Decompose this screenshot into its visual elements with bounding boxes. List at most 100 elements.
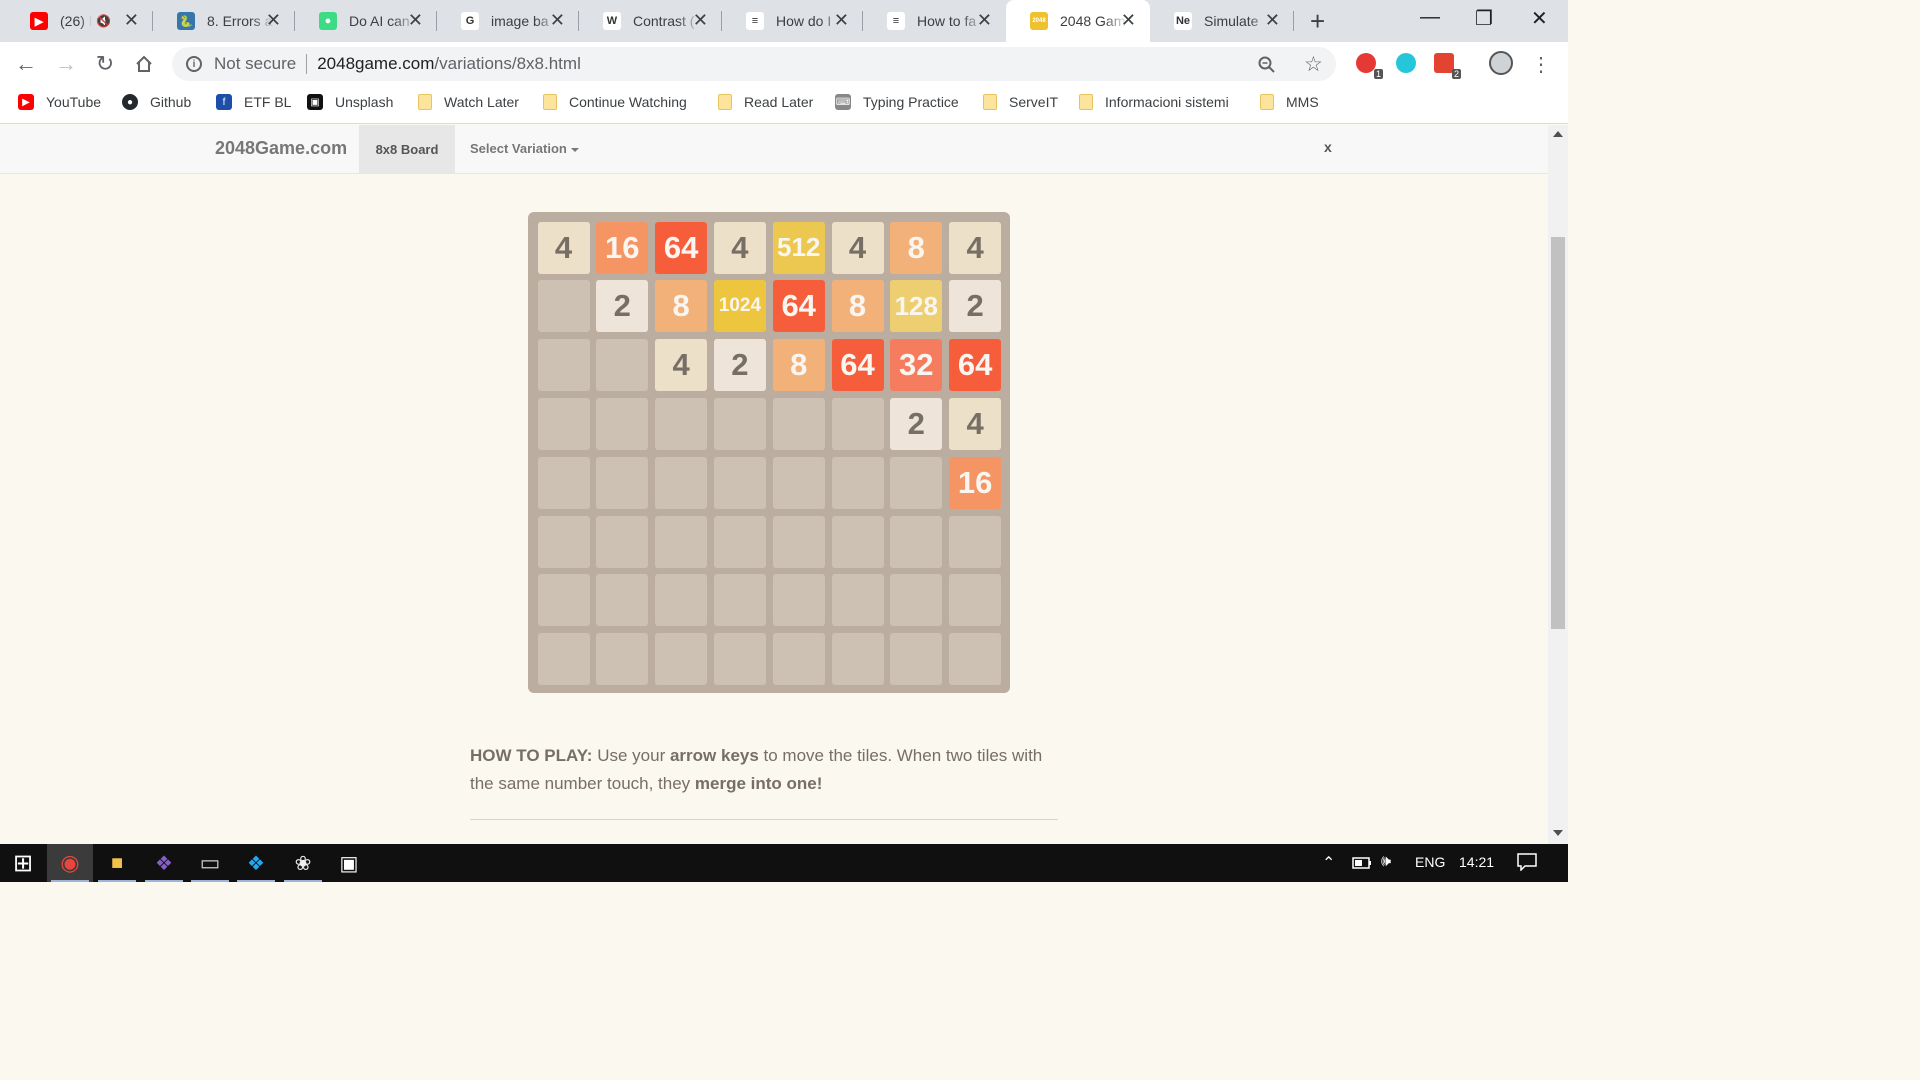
- tile-4: 4: [713, 221, 766, 274]
- menu-dots-icon[interactable]: ⋮: [1527, 50, 1555, 78]
- battery-icon[interactable]: [1352, 856, 1372, 872]
- select-variation-dropdown[interactable]: Select Variation: [470, 141, 579, 156]
- tab-separator: [1293, 11, 1294, 31]
- board-cell: [831, 456, 884, 509]
- tab-close-icon[interactable]: ✕: [550, 11, 565, 29]
- browser-tab[interactable]: Gimage ba ✕: [437, 0, 579, 42]
- bookmark-item[interactable]: ▣ Unsplash: [307, 94, 393, 110]
- profile-avatar[interactable]: [1489, 51, 1513, 75]
- visual-studio-icon[interactable]: ❖: [141, 844, 187, 882]
- extension-teal-icon[interactable]: [1396, 53, 1416, 73]
- tab-close-icon[interactable]: ✕: [1121, 11, 1136, 29]
- board-cell: [596, 339, 649, 392]
- scroll-down-arrow-icon[interactable]: [1553, 830, 1563, 836]
- browser-toolbar: ← → ↻ i Not secure 2048game.com /variati…: [0, 42, 1568, 86]
- bookmark-label: Watch Later: [444, 94, 519, 110]
- language-indicator[interactable]: ENG: [1415, 854, 1445, 870]
- browser-tab[interactable]: ● Do AI can ✕: [295, 0, 437, 42]
- board-cell: [713, 574, 766, 627]
- close-window-icon[interactable]: ✕: [1531, 6, 1548, 31]
- clock[interactable]: 14:21: [1459, 854, 1494, 870]
- bookmark-item[interactable]: ● Github: [122, 94, 191, 110]
- browser-tab[interactable]: ≡ How to fa ✕: [863, 0, 1006, 42]
- board-cell: [655, 633, 708, 686]
- bookmark-item[interactable]: ServeIT: [983, 94, 1058, 110]
- minimize-icon[interactable]: —: [1420, 6, 1440, 29]
- speaker-icon[interactable]: 🕪: [1381, 853, 1391, 871]
- youtube-icon: ▶: [30, 12, 48, 30]
- nav-8x8-board[interactable]: 8x8 Board: [359, 125, 455, 174]
- browser-tab[interactable]: W Contrast (✕: [579, 0, 722, 42]
- site-brand-link[interactable]: 2048Game.com: [215, 138, 347, 159]
- bookmark-item[interactable]: Continue Watching: [543, 94, 687, 110]
- extension-red-icon[interactable]: 1: [1356, 53, 1383, 79]
- bookmark-label: ServeIT: [1009, 94, 1059, 110]
- nav-close-button[interactable]: x: [1324, 139, 1332, 155]
- address-bar[interactable]: i Not secure 2048game.com /variations/8x…: [172, 47, 1336, 81]
- game-board[interactable]: 4 16 64 4 512 4 8 4 2 8 1024 64 8 128 2 4 2 8 64 32 64 2 4 16: [528, 212, 1010, 693]
- bookmark-item[interactable]: f ETF BL: [216, 94, 291, 110]
- bookmark-item[interactable]: MMS: [1260, 94, 1319, 110]
- back-arrow-icon[interactable]: ←: [12, 50, 40, 78]
- taskbar-running-indicator: [284, 880, 322, 882]
- board-cell: [655, 574, 708, 627]
- folder-icon: [543, 94, 557, 110]
- chrome-icon[interactable]: ◉: [47, 844, 93, 882]
- reload-icon[interactable]: ↻: [91, 50, 119, 78]
- ne-icon: Ne: [1174, 12, 1192, 30]
- bookmark-item[interactable]: Informacioni sistemi: [1079, 94, 1229, 110]
- bookmark-label: Continue Watching: [569, 94, 687, 110]
- zoom-icon[interactable]: [1258, 56, 1276, 79]
- tile-512: 512: [772, 221, 825, 274]
- tab-close-icon[interactable]: ✕: [266, 11, 281, 29]
- todoist-icon[interactable]: 2: [1434, 53, 1461, 79]
- tab-close-icon[interactable]: ✕: [124, 11, 139, 29]
- terminal-icon[interactable]: ▭: [187, 844, 233, 882]
- tab-close-icon[interactable]: ✕: [977, 11, 992, 29]
- board-cell: [596, 633, 649, 686]
- page-scrollbar[interactable]: [1548, 125, 1568, 844]
- forward-arrow-icon[interactable]: →: [52, 50, 80, 78]
- info-icon[interactable]: i: [186, 56, 202, 72]
- bookmark-item[interactable]: ▶ YouTube: [18, 94, 101, 110]
- browser-tab[interactable]: ▶ (26) M 🔇 ✕: [6, 0, 153, 42]
- notifications-icon[interactable]: [1517, 853, 1537, 874]
- bookmark-label: Typing Practice: [863, 94, 959, 110]
- tile-4: 4: [949, 221, 1002, 274]
- paint-icon[interactable]: ❀: [280, 844, 326, 882]
- tab-title: 8. Errors a: [207, 13, 273, 29]
- windows-start-icon[interactable]: ⊞: [0, 844, 46, 882]
- tab-close-icon[interactable]: ✕: [693, 11, 708, 29]
- stackoverflow-icon: ≡: [887, 12, 905, 30]
- tab-close-icon[interactable]: ✕: [1265, 11, 1280, 29]
- scroll-thumb[interactable]: [1551, 237, 1565, 629]
- camera-icon: ▣: [307, 94, 323, 110]
- board-cell: [713, 633, 766, 686]
- board-cell: [537, 574, 590, 627]
- taskbar-running-indicator: [98, 880, 136, 882]
- browser-tab[interactable]: 🐍 8. Errors a ✕: [153, 0, 295, 42]
- board-cell: [537, 339, 590, 392]
- photos-icon[interactable]: ▣: [326, 844, 372, 882]
- board-cell: [890, 456, 943, 509]
- browser-tab[interactable]: Ne Simulate ✕: [1150, 0, 1294, 42]
- home-icon[interactable]: [130, 50, 158, 78]
- new-tab-icon[interactable]: +: [1310, 6, 1325, 37]
- browser-tab[interactable]: ≡ How do I ✕: [722, 0, 863, 42]
- bookmark-item[interactable]: Read Later: [718, 94, 813, 110]
- vscode-icon[interactable]: ❖: [233, 844, 279, 882]
- tile-64: 64: [949, 339, 1002, 392]
- bookmark-label: Github: [150, 94, 192, 110]
- bookmark-star-icon[interactable]: ☆: [1304, 52, 1323, 77]
- tab-close-icon[interactable]: ✕: [834, 11, 849, 29]
- bookmark-item[interactable]: Watch Later: [418, 94, 519, 110]
- tab-close-icon[interactable]: ✕: [408, 11, 423, 29]
- browser-tab[interactable]: 2048 2048 Gam ✕: [1006, 0, 1150, 42]
- bookmark-item[interactable]: ⌨ Typing Practice: [835, 94, 959, 110]
- file-explorer-icon[interactable]: ■: [94, 844, 140, 882]
- speaker-muted-icon[interactable]: 🔇: [96, 14, 111, 28]
- scroll-up-arrow-icon[interactable]: [1553, 131, 1563, 137]
- android-icon: ●: [319, 12, 337, 30]
- restore-icon[interactable]: ❐: [1475, 6, 1493, 31]
- tray-chevron-up-icon[interactable]: ⌃: [1322, 853, 1335, 873]
